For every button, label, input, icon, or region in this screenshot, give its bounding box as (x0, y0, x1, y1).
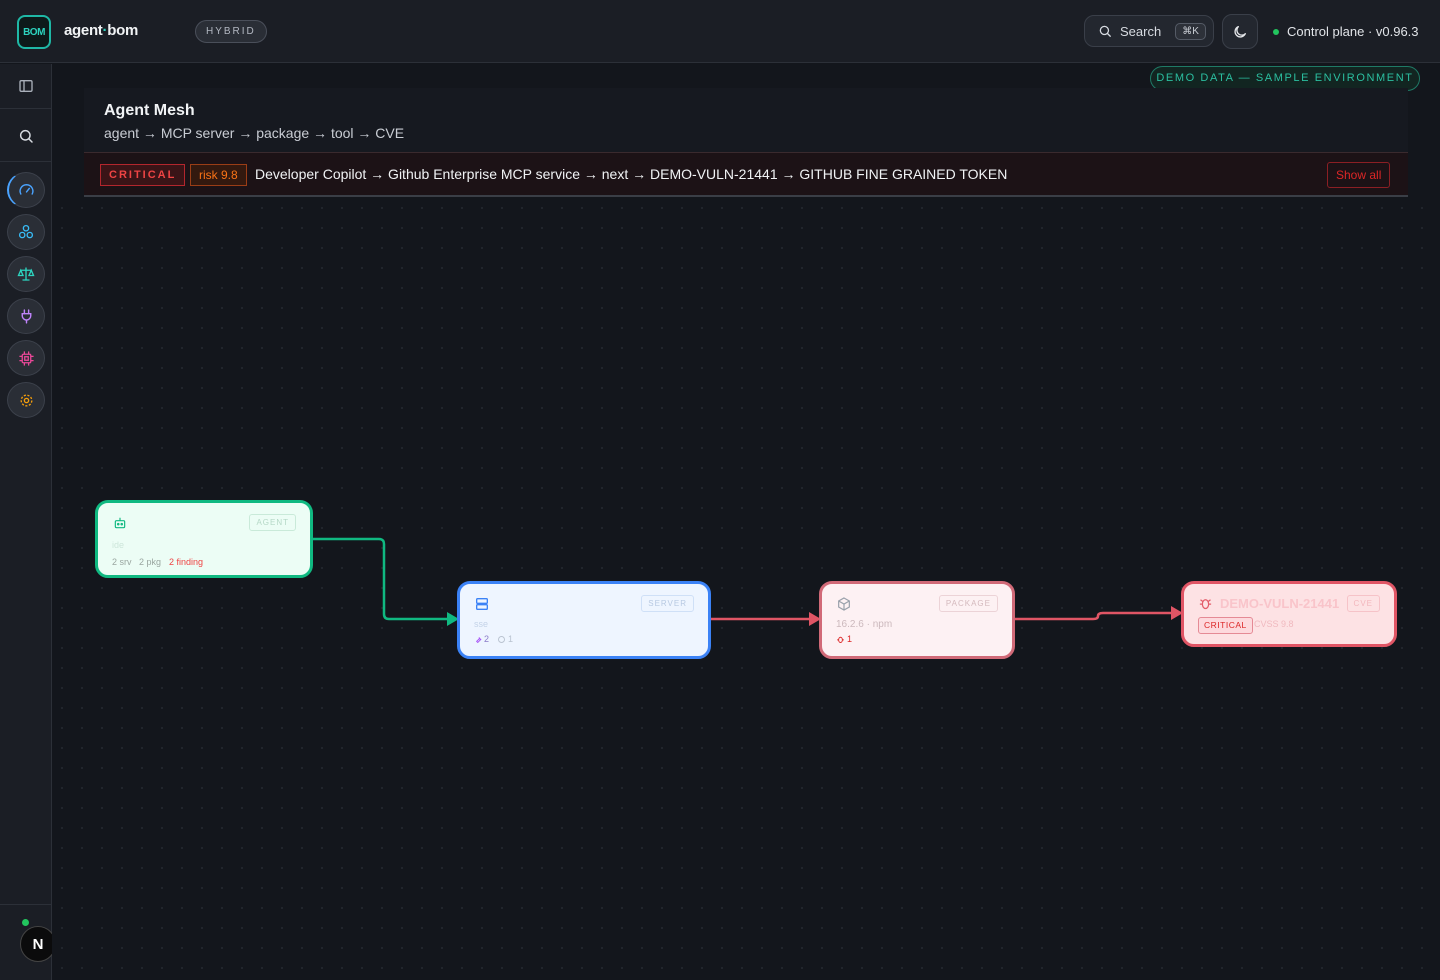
robot-icon (114, 517, 126, 529)
attack-path-text[interactable]: Developer Copilot → Github Enterprise MC… (255, 166, 1007, 182)
package-vuln-count: 1 (847, 634, 853, 644)
sidebar-icon (19, 80, 33, 92)
cve-severity-badge: CRITICAL (1198, 617, 1253, 634)
theme-toggle-button[interactable] (1222, 14, 1258, 49)
page-header: Agent Mesh agent → MCP server → package … (84, 88, 1408, 152)
search-icon (1099, 25, 1111, 37)
gauge-icon (19, 183, 34, 195)
sidebar: N (0, 64, 56, 980)
risk-score-badge: risk 9.8 (190, 164, 247, 186)
bug-icon (1199, 599, 1212, 610)
node-type-tag: AGENT (249, 514, 296, 531)
top-bar: BOM agent·bom HYBRID Search ⌘K Control p… (0, 0, 1440, 63)
server-node[interactable]: SERVER sse 2 1 (457, 581, 711, 659)
network-icon (18, 224, 34, 239)
page-subtitle: agent → MCP server → package → tool → CV… (104, 125, 405, 141)
sidebar-item-compliance[interactable] (7, 256, 45, 292)
package-icon (838, 597, 850, 611)
sidebar-divider (0, 904, 51, 905)
avatar[interactable]: N (20, 926, 56, 962)
brand-name[interactable]: agent·bom (64, 22, 138, 39)
search-button[interactable]: Search ⌘K (1084, 15, 1214, 47)
brand-suffix: bom (107, 22, 138, 39)
plug-icon (21, 308, 31, 324)
search-icon (19, 129, 33, 143)
sidebar-item-search[interactable] (13, 123, 39, 149)
cve-cvss-score: CVSS 9.8 (1254, 619, 1294, 629)
agent-kind: ide (112, 540, 125, 550)
mode-badge: HYBRID (195, 20, 267, 43)
severity-badge: CRITICAL (100, 164, 186, 186)
server-icon (476, 598, 488, 610)
control-plane-label: Control plane · v0.96.3 (1287, 24, 1419, 39)
server-transport: sse (474, 619, 489, 629)
sidebar-item-dashboard[interactable] (7, 172, 45, 208)
critical-path-alert: CRITICAL risk 9.8 Developer Copilot → Gi… (84, 152, 1408, 197)
cve-id: DEMO-VULN-21441 (1220, 596, 1340, 611)
package-version: 16.2.6 · npm (836, 619, 893, 630)
chip-icon (18, 350, 34, 366)
node-type-tag: CVE (1346, 595, 1380, 612)
server-tool-count: 2 (484, 634, 490, 644)
brand-prefix: agent (64, 22, 103, 39)
node-type-tag: PACKAGE (938, 595, 998, 612)
show-all-button[interactable]: Show all (1327, 162, 1391, 188)
sidebar-divider (0, 108, 51, 109)
sidebar-item-integrations[interactable] (7, 298, 45, 334)
sidebar-divider (0, 161, 51, 162)
sidebar-item-settings[interactable] (7, 382, 45, 418)
page-title: Agent Mesh (104, 102, 195, 119)
resource-icon (498, 636, 505, 643)
gear-icon (20, 394, 32, 406)
sidebar-item-mesh[interactable] (7, 214, 45, 250)
search-label: Search (1120, 23, 1162, 39)
control-plane-status: Control plane · v0.96.3 (1273, 24, 1419, 39)
package-node[interactable]: PACKAGE 16.2.6 · npm 1 (819, 581, 1015, 659)
wrench-icon (475, 637, 482, 644)
node-type-tag: SERVER (641, 595, 694, 612)
agent-package-count: 2 pkg (139, 557, 162, 567)
search-shortcut: ⌘K (1175, 22, 1206, 40)
sidebar-item-hardware[interactable] (7, 340, 45, 376)
bug-icon (837, 636, 844, 643)
connection-status-dot (22, 919, 29, 926)
scale-icon (17, 267, 35, 281)
cve-node[interactable]: DEMO-VULN-21441 CVE CRITICAL CVSS 9.8 (1181, 581, 1397, 647)
logo-text: BOM (23, 26, 45, 38)
agent-finding-count: 2 finding (169, 557, 204, 567)
agent-node[interactable]: AGENT ide 2 srv 2 pkg 2 finding (95, 500, 313, 578)
status-dot (1273, 28, 1279, 35)
moon-icon (1234, 25, 1246, 38)
server-resource-count: 1 (508, 634, 514, 644)
agent-server-count: 2 srv (112, 557, 132, 567)
logo-icon[interactable]: BOM (17, 15, 51, 49)
sidebar-toggle-button[interactable] (13, 73, 39, 99)
